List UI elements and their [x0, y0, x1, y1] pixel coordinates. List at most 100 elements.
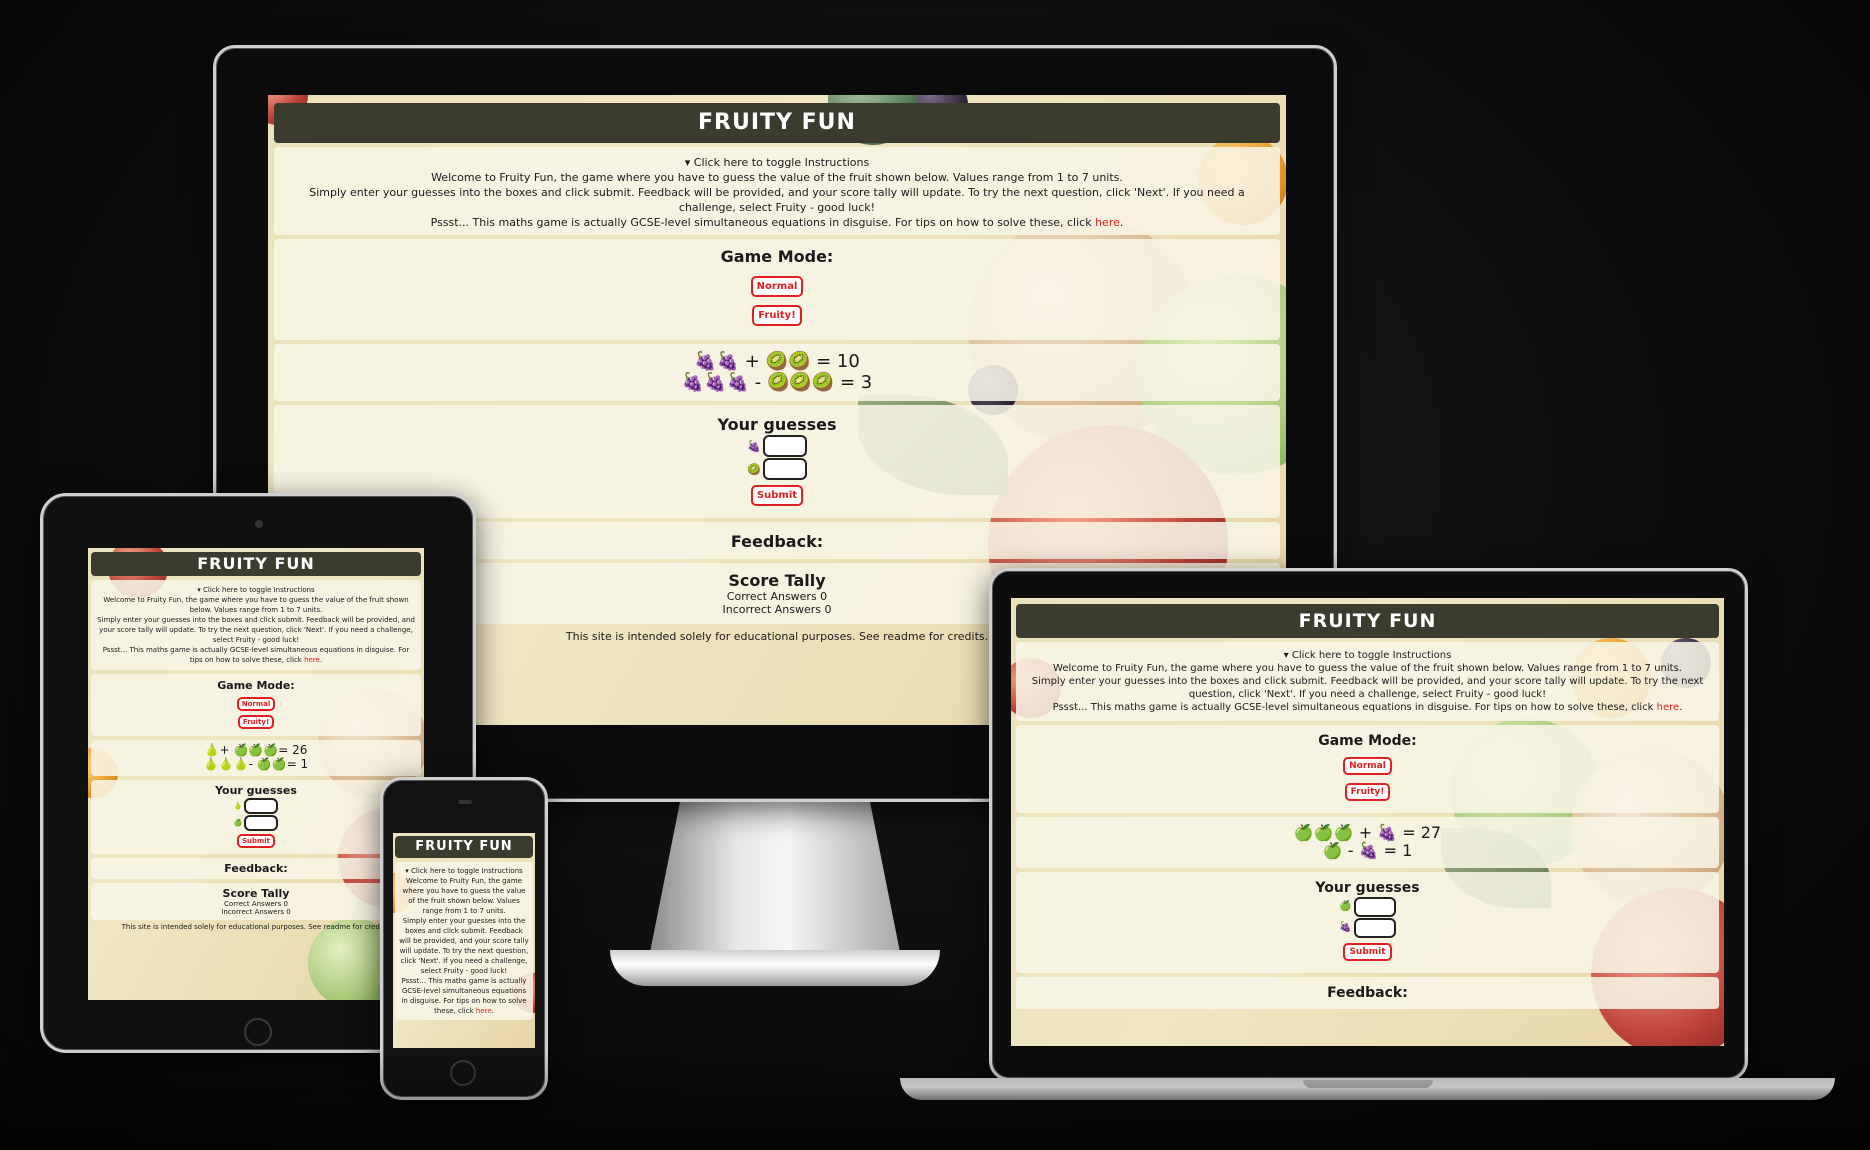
submit-button[interactable]: Submit [1343, 942, 1392, 961]
eq2-operator: - [248, 756, 253, 771]
eq1-left-fruits: 🍇🍇 [694, 351, 739, 372]
instructions-toggle[interactable]: ▾ Click here to toggle Instructions [284, 155, 1270, 170]
guess-input-1[interactable] [762, 435, 807, 458]
tips-link[interactable]: here [476, 1007, 492, 1015]
eq2-left-fruits: 🍐🍐🍐 [203, 756, 249, 771]
guess-input-1[interactable] [244, 797, 279, 814]
submit-button[interactable]: Submit [750, 485, 804, 507]
instructions-panel: ▾ Click here to toggle Instructions Welc… [1016, 642, 1719, 721]
page-title: FRUITY FUN [91, 552, 421, 576]
pear-icon: 🍐 [233, 801, 243, 810]
incorrect-answers: Incorrect Answers 0 [221, 907, 291, 916]
guesses-heading: Your guesses [1315, 879, 1420, 896]
eq2-right-fruits: 🍏🍏 [256, 756, 287, 771]
eq2-left-fruits: 🍏 [1322, 841, 1343, 861]
eq2-operator: - [754, 371, 762, 393]
guess-input-2[interactable] [1353, 917, 1396, 938]
instructions-panel: ▾ Click here to toggle Instructions Welc… [395, 862, 533, 1020]
guess-input-2[interactable] [762, 458, 807, 481]
feedback-panel: Feedback: [1016, 976, 1719, 1009]
kiwi-icon: 🥝 [747, 462, 761, 476]
eq2-result: = 3 [839, 371, 873, 393]
instructions-text-1: Welcome to Fruity Fun, the game where yo… [431, 171, 1123, 184]
tips-text: Pssst... This maths game is actually GCS… [430, 216, 1096, 229]
eq2-operator: - [1347, 841, 1354, 861]
equation-2: 🍐🍐🍐- 🍏🍏= 1 [91, 756, 421, 772]
instructions-text-2: Simply enter your guesses into the boxes… [309, 186, 1245, 214]
equations-panel: 🍏🍏🍏 + 🍇 = 27 🍏 - 🍇 = 1 [1016, 817, 1719, 868]
eq1-operator: + [219, 743, 230, 757]
instructions-text-3: Pssst... This maths game is actually GCS… [399, 976, 529, 1016]
tips-suffix: . [319, 656, 323, 664]
tips-suffix: . [491, 1007, 494, 1015]
laptop-screen: FRUITY FUN ▾ Click here to toggle Instru… [1011, 598, 1724, 1046]
equation-2: 🍏 - 🍇 = 1 [1016, 842, 1719, 860]
guesses-panel: Your guesses 🍐 🍏 Submit [91, 779, 421, 854]
instructions-toggle[interactable]: ▾ Click here to toggle Instructions [1024, 649, 1711, 662]
monitor-stand [650, 802, 900, 952]
eq1-left-fruits: 🍏🍏🍏 [1293, 823, 1354, 842]
instructions-text-3: Pssst... This maths game is actually GCS… [97, 645, 415, 665]
tips-link[interactable]: here [1095, 216, 1120, 229]
eq1-result: = 10 [816, 351, 860, 372]
equation-1: 🍏🍏🍏 + 🍇 = 27 [1016, 823, 1719, 842]
guess-input-2[interactable] [244, 814, 279, 831]
instructions-panel: ▾ Click here to toggle Instructions Welc… [91, 580, 421, 670]
footer-text: This site is intended solely for educati… [121, 922, 391, 931]
normal-mode-button[interactable]: Normal [1343, 757, 1392, 775]
game-mode-panel: Game Mode: Normal Fruity! [1016, 725, 1719, 813]
guesses-heading: Your guesses [215, 783, 297, 797]
fruity-mode-button[interactable]: Fruity! [752, 305, 802, 326]
instructions-text-2: Simply enter your guesses into the boxes… [1031, 676, 1704, 700]
eq1-operator: + [744, 351, 760, 372]
instructions-panel: ▾ Click here to toggle Instructions Welc… [274, 147, 1280, 235]
eq2-result: = 1 [1383, 841, 1413, 861]
tips-text: Pssst... This maths game is actually GCS… [1052, 702, 1657, 713]
instructions-toggle[interactable]: ▾ Click here to toggle Instructions [97, 585, 415, 595]
grape-icon: 🍇 [747, 439, 761, 453]
tips-suffix: . [1119, 216, 1124, 229]
home-button [244, 1018, 272, 1046]
game-mode-heading: Game Mode: [1318, 733, 1417, 749]
page-content: FRUITY FUN ▾ Click here to toggle Instru… [1011, 598, 1724, 1046]
tips-text: Pssst... This maths game is actually GCS… [102, 646, 410, 664]
normal-mode-button[interactable]: Normal [750, 276, 804, 297]
equation-1: 🍇🍇 + 🥝🥝 = 10 [274, 351, 1280, 373]
instructions-text-3: Pssst... This maths game is actually GCS… [284, 215, 1270, 230]
tips-link[interactable]: here [1657, 702, 1680, 713]
instructions-text-1: Welcome to Fruity Fun, the game where yo… [402, 877, 526, 915]
instructions-text-2: Simply enter your guesses into the boxes… [399, 917, 529, 975]
instructions-text-1: Welcome to Fruity Fun, the game where yo… [103, 596, 409, 614]
page-title: FRUITY FUN [1016, 604, 1719, 638]
eq1-result: = 27 [1402, 823, 1442, 842]
eq1-right-fruits: 🍏🍏🍏 [233, 743, 279, 757]
green-apple-icon: 🍏 [233, 818, 243, 827]
fruity-mode-button[interactable]: Fruity! [1344, 783, 1391, 801]
mockup-stage: FRUITY FUN ▾ Click here to toggle Instru… [0, 0, 1870, 1150]
submit-button[interactable]: Submit [236, 833, 276, 848]
game-mode-heading: Game Mode: [217, 679, 295, 692]
page-content: FRUITY FUN ▾ Click here to toggle Instru… [393, 833, 535, 1048]
grape-icon: 🍇 [1339, 922, 1352, 934]
page-content: FRUITY FUN ▾ Click here to toggle Instru… [88, 548, 424, 1000]
phone-screen: FRUITY FUN ▾ Click here to toggle Instru… [393, 833, 535, 1048]
eq1-result: = 26 [278, 743, 308, 757]
green-apple-icon: 🍏 [1339, 901, 1352, 913]
page-title: FRUITY FUN [274, 103, 1280, 143]
tips-link[interactable]: here [304, 656, 320, 664]
game-mode-panel: Game Mode: Normal Fruity! [274, 239, 1280, 340]
eq2-right-fruits: 🥝🥝🥝 [766, 371, 835, 393]
equation-1: 🍐+ 🍏🍏🍏= 26 [91, 743, 421, 758]
feedback-heading: Feedback: [224, 861, 288, 875]
eq2-result: = 1 [286, 756, 309, 771]
instructions-text-1: Welcome to Fruity Fun, the game where yo… [1053, 663, 1682, 674]
tablet-screen: FRUITY FUN ▾ Click here to toggle Instru… [88, 548, 424, 1000]
guesses-heading: Your guesses [717, 415, 837, 435]
normal-mode-button[interactable]: Normal [236, 697, 276, 711]
feedback-panel: Feedback: [91, 857, 421, 879]
eq1-right-fruits: 🥝🥝 [765, 351, 811, 372]
eq2-right-fruits: 🍇 [1358, 841, 1379, 861]
instructions-toggle[interactable]: ▾ Click here to toggle Instructions [399, 866, 529, 876]
guess-input-1[interactable] [1353, 896, 1396, 917]
fruity-mode-button[interactable]: Fruity! [237, 715, 275, 729]
